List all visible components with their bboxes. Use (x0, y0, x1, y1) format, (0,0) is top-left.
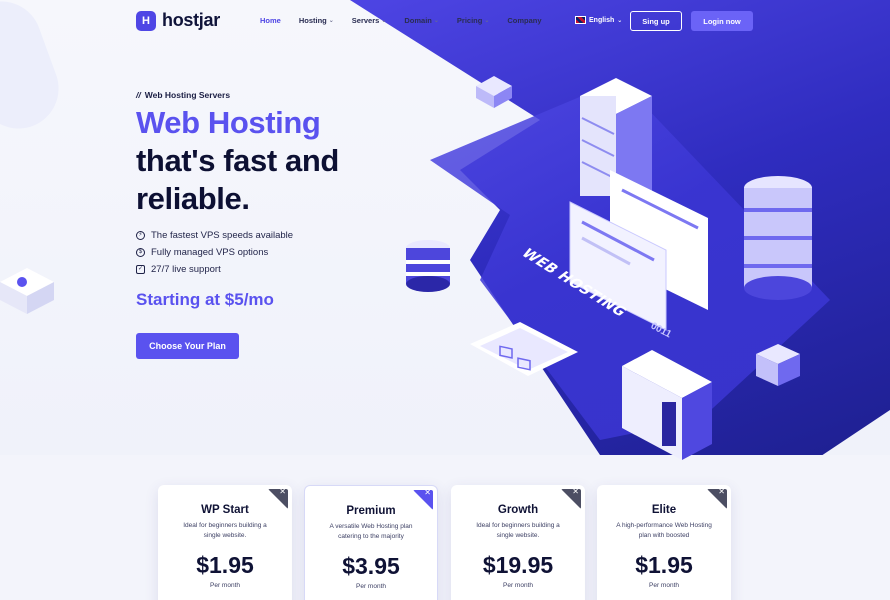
nav-label: Hosting (298, 16, 327, 25)
plan-description: Ideal for beginners building a single we… (183, 522, 267, 539)
chevron-down-icon: ⌄ (433, 18, 439, 24)
feature-item: $ Fully managed VPS options (136, 246, 293, 259)
pricing-section-background (0, 455, 890, 600)
plan-period: Per month (210, 582, 240, 589)
control-panel-icon (470, 322, 578, 376)
starting-price: Starting at $5/mo (136, 290, 274, 309)
nav-label: Domain (404, 16, 432, 25)
language-selector[interactable]: English ⌄ (575, 16, 622, 24)
language-label: English (589, 16, 615, 24)
plan-card-elite[interactable]: ✕ Elite A high-performance Web Hosting p… (597, 485, 731, 600)
feature-item: ✓ 27/7 live support (136, 263, 293, 276)
nav-item-servers[interactable]: Servers ⌄ (352, 16, 387, 25)
plan-name: WP Start (201, 504, 249, 516)
headline-line-3: reliable. (136, 181, 250, 216)
nav-item-domain[interactable]: Domain ⌄ (404, 16, 439, 25)
plan-period: Per month (356, 583, 386, 590)
plan-price: $3.95 (342, 553, 400, 579)
uk-flag-icon (575, 16, 586, 24)
speed-icon: ⚡ (136, 231, 145, 240)
plan-card-growth[interactable]: ✕ Growth Ideal for beginners building a … (451, 485, 585, 600)
nav-item-hosting[interactable]: Hosting ⌄ (299, 16, 334, 25)
feature-text: Fully managed VPS options (151, 247, 269, 258)
feature-list: ⚡ The fastest VPS speeds available $ Ful… (136, 229, 293, 276)
brand-name: hostjar (162, 10, 220, 30)
close-icon: ✕ (279, 487, 286, 496)
support-icon: ✓ (136, 265, 145, 274)
database-stack-icon (744, 176, 812, 300)
plan-description: A versatile Web Hosting plan catering to… (329, 523, 413, 540)
hero-illustration (406, 76, 812, 460)
nav-item-home[interactable]: Home (260, 16, 281, 25)
nav-label: Home (260, 16, 281, 25)
nav-item-company[interactable]: Company (507, 16, 541, 25)
nav-item-pricing[interactable]: Pricing ⌄ (457, 16, 489, 25)
managed-icon: $ (136, 248, 145, 257)
feature-text: 27/7 live support (151, 264, 221, 275)
plan-price: $1.95 (635, 552, 693, 578)
plan-period: Per month (503, 582, 533, 589)
plan-price: $19.95 (482, 552, 554, 578)
plan-description: A high-performance Web Hosting plan with… (616, 522, 712, 539)
main-menu: Home Hosting ⌄ Servers ⌄ Domain ⌄ Pricin… (260, 16, 542, 25)
server-rack-icon (622, 350, 712, 460)
chevron-down-icon: ⌄ (617, 17, 623, 24)
login-button[interactable]: Login now (691, 11, 753, 31)
chart-cube-icon (0, 268, 54, 314)
chevron-down-icon: ⌄ (381, 18, 387, 24)
nav-label: Pricing (456, 16, 483, 25)
logo-mark-icon: H (136, 10, 156, 31)
top-navigation: H hostjar Home Hosting ⌄ Servers ⌄ Domai… (0, 0, 890, 42)
choose-plan-button[interactable]: Choose Your Plan (136, 333, 239, 359)
feature-text: The fastest VPS speeds available (151, 230, 294, 241)
disk-icon (406, 240, 450, 292)
eyebrow-text: Web Hosting Servers (144, 90, 231, 100)
feature-item: ⚡ The fastest VPS speeds available (136, 229, 293, 242)
plan-price: $1.95 (196, 552, 254, 578)
close-icon: ✕ (572, 487, 579, 496)
double-slash-icon: // (136, 90, 141, 100)
brand-logo[interactable]: H hostjar (136, 10, 220, 31)
plan-period: Per month (649, 582, 679, 589)
signup-button[interactable]: Sing up (630, 11, 682, 31)
nav-label: Servers (351, 16, 380, 25)
plan-name: Elite (651, 504, 677, 516)
headline-line-2: that's fast and (136, 143, 339, 178)
chevron-down-icon: ⌄ (328, 18, 334, 24)
nav-label: Company (507, 16, 542, 25)
hero-eyebrow: // Web Hosting Servers (136, 90, 230, 100)
close-icon: ✕ (718, 487, 725, 496)
cube-icon (476, 76, 512, 108)
headline-accent: Web Hosting (136, 105, 321, 140)
plan-name: Premium (346, 505, 396, 517)
close-icon: ✕ (424, 488, 431, 497)
hero-headline: Web Hosting that's fast and reliable. (136, 104, 339, 218)
plan-card-premium[interactable]: ✕ Premium A versatile Web Hosting plan c… (304, 485, 438, 600)
chevron-down-icon: ⌄ (484, 18, 490, 24)
plan-card-wp-start[interactable]: ✕ WP Start Ideal for beginners building … (158, 485, 292, 600)
small-cube-icon (756, 344, 800, 386)
plan-description: Ideal for beginners building a single we… (476, 522, 560, 539)
plan-name: Growth (497, 504, 539, 516)
